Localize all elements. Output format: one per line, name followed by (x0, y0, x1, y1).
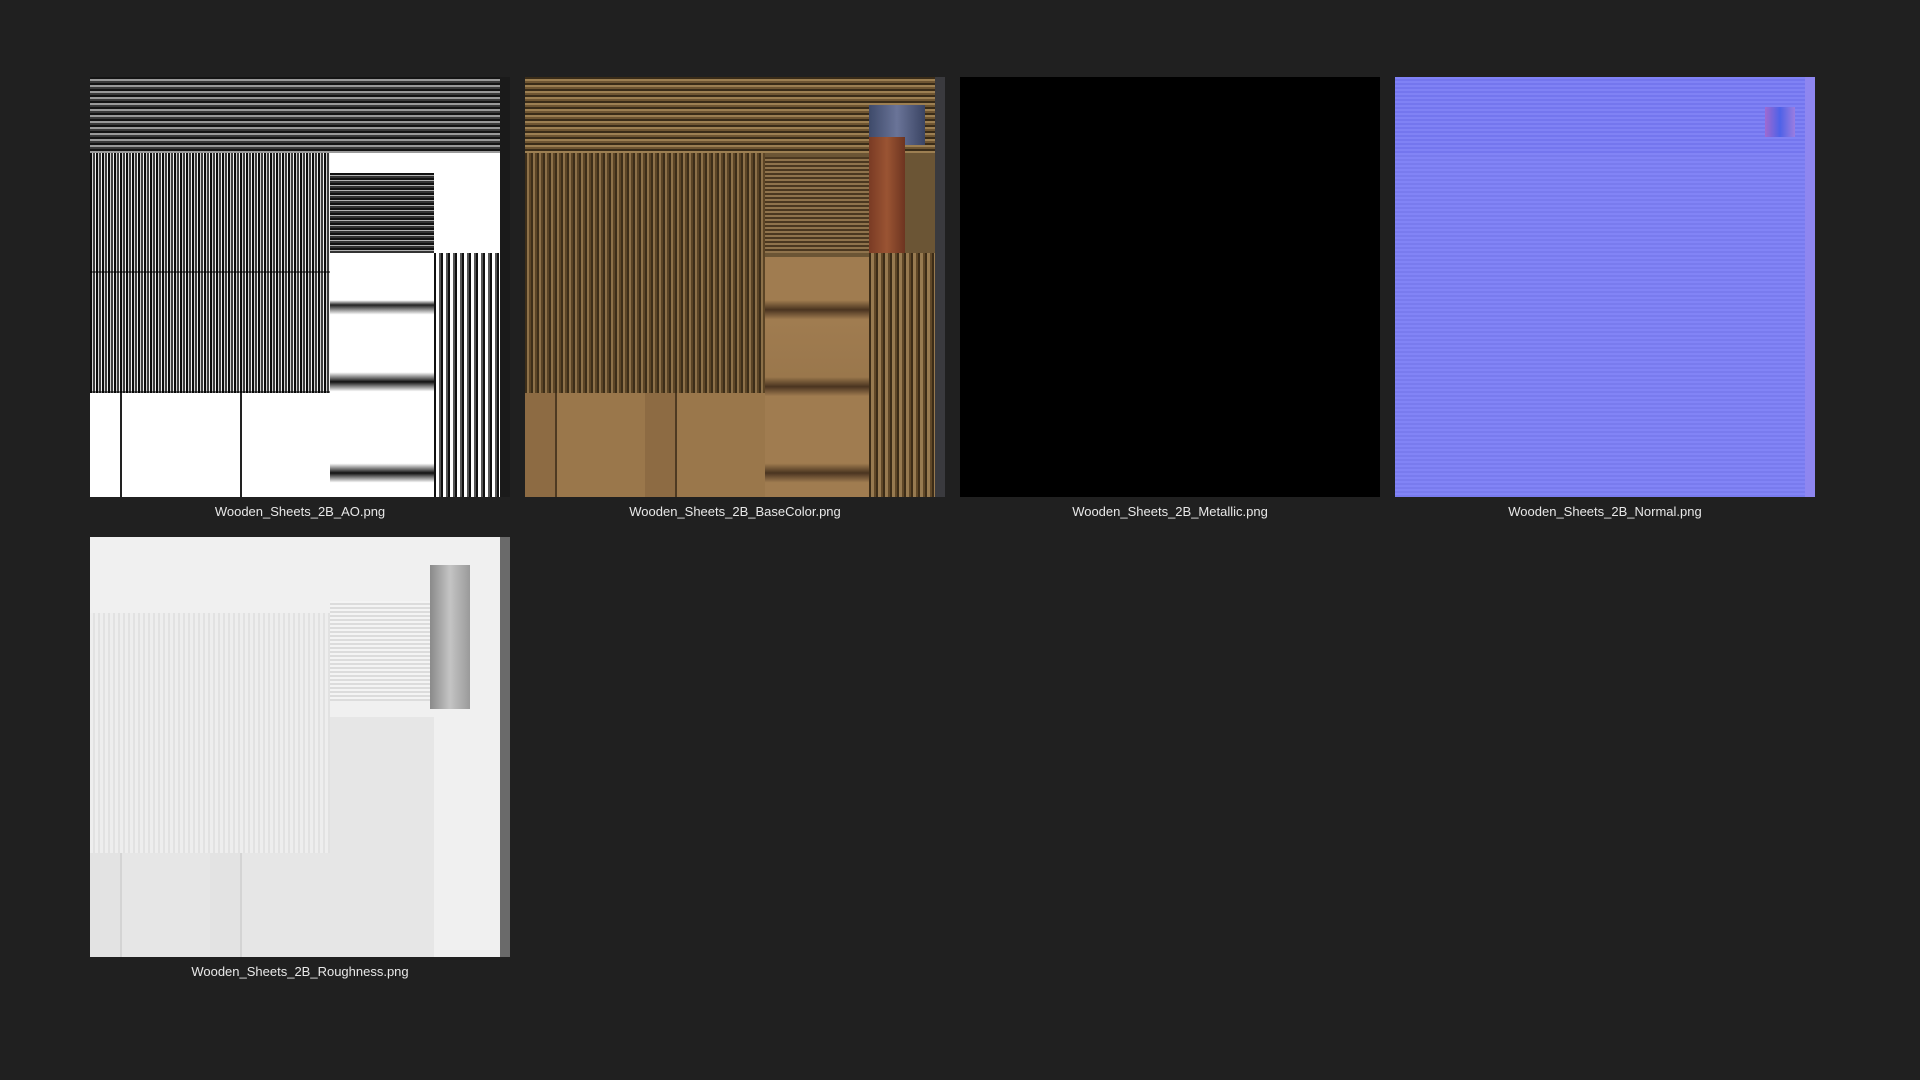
thumbnail-caption: Wooden_Sheets_2B_Roughness.png (191, 964, 409, 979)
thumbnail-caption: Wooden_Sheets_2B_Normal.png (1508, 504, 1702, 519)
normal-texture-preview[interactable] (1395, 77, 1815, 497)
thumbnail-tile-roughness[interactable]: Wooden_Sheets_2B_Roughness.png (90, 537, 510, 982)
thumbnail-tile-normal[interactable]: Wooden_Sheets_2B_Normal.png (1395, 77, 1815, 522)
metallic-texture-preview[interactable] (960, 77, 1380, 497)
thumbnail-caption: Wooden_Sheets_2B_AO.png (214, 504, 386, 519)
thumbnail-caption: Wooden_Sheets_2B_BaseColor.png (629, 504, 841, 519)
ao-texture-preview[interactable] (90, 77, 510, 497)
thumbnail-grid: Wooden_Sheets_2B_AO.png Wooden_Sheets_2B… (0, 0, 1920, 1080)
thumbnail-tile-basecolor[interactable]: Wooden_Sheets_2B_BaseColor.png (525, 77, 945, 522)
thumbnail-tile-ao[interactable]: Wooden_Sheets_2B_AO.png (90, 77, 510, 522)
basecolor-texture-preview[interactable] (525, 77, 945, 497)
thumbnail-tile-metallic[interactable]: Wooden_Sheets_2B_Metallic.png (960, 77, 1380, 522)
thumbnail-caption: Wooden_Sheets_2B_Metallic.png (1072, 504, 1268, 519)
roughness-texture-preview[interactable] (90, 537, 510, 957)
